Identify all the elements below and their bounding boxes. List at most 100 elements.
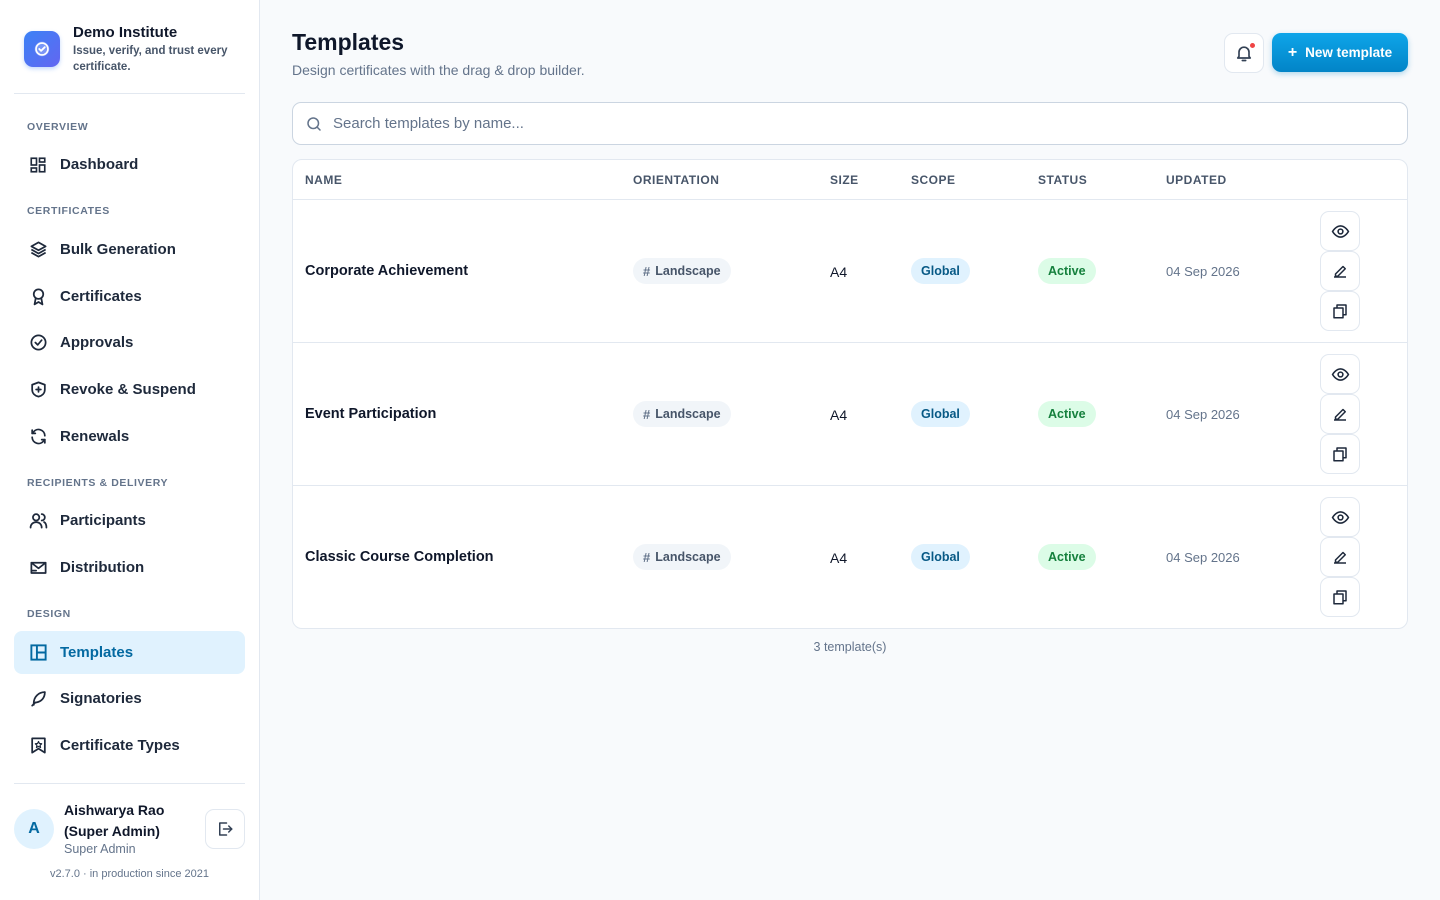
sidebar-item-templates[interactable]: Templates [14, 631, 245, 674]
table-row: Corporate Achievement # Landscape A4 Glob… [293, 200, 1407, 343]
sidebar-item-renewals[interactable]: Renewals [14, 415, 245, 458]
search-bar [292, 102, 1408, 145]
sidebar-item-label: Certificates [60, 288, 142, 305]
status-badge: Active [1038, 258, 1096, 284]
status-badge: Active [1038, 544, 1096, 570]
award-icon [28, 287, 48, 307]
sidebar-item-bulk-generation[interactable]: Bulk Generation [14, 228, 245, 271]
eye-icon [1331, 222, 1350, 241]
preview-button[interactable] [1320, 497, 1360, 537]
sidebar-item-label: Distribution [60, 559, 145, 576]
updated-date: 04 Sep 2026 [1166, 264, 1240, 279]
sidebar: Demo Institute Issue, verify, and trust … [0, 0, 260, 900]
template-name[interactable]: Event Participation [305, 406, 436, 422]
template-size: A4 [830, 264, 848, 280]
user-name: Aishwarya Rao (Super Admin) [64, 802, 165, 839]
sidebar-item-label: Bulk Generation [60, 241, 176, 258]
sidebar-item-label: Templates [60, 644, 134, 661]
column-header-status[interactable]: STATUS [1038, 173, 1087, 187]
column-header-name[interactable]: NAME [305, 173, 342, 187]
bookmark-star-icon [28, 736, 48, 756]
page-subtitle: Design certificates with the drag & drop… [292, 62, 585, 78]
edit-button[interactable] [1320, 537, 1360, 577]
search-input[interactable] [333, 115, 1333, 132]
orientation-badge: # Landscape [633, 401, 731, 427]
template-name[interactable]: Classic Course Completion [305, 549, 494, 565]
version-text: v2.7.0 · in production since 2021 [50, 868, 209, 880]
orientation-label: Landscape [655, 264, 721, 278]
edit-button[interactable] [1320, 394, 1360, 434]
sidebar-item-label: Dashboard [60, 156, 139, 173]
copy-icon [1331, 588, 1349, 606]
column-header-scope[interactable]: SCOPE [911, 173, 956, 187]
duplicate-button[interactable] [1320, 291, 1360, 331]
dashboard-icon [28, 155, 48, 175]
column-header-size[interactable]: SIZE [830, 173, 859, 187]
hash-icon: # [643, 263, 651, 279]
sidebar-item-certificate-types[interactable]: Certificate Types [14, 724, 245, 767]
eye-icon [1331, 508, 1350, 527]
column-header-updated[interactable]: UPDATED [1166, 173, 1227, 187]
section-label-recipients: RECIPIENTS & DELIVERY [27, 477, 169, 489]
sidebar-item-distribution[interactable]: Distribution [14, 546, 245, 589]
layout-icon [28, 643, 48, 663]
sidebar-item-label: Renewals [60, 428, 130, 445]
sidebar-item-revoke-suspend[interactable]: Revoke & Suspend [14, 368, 245, 411]
sidebar-item-certificates[interactable]: Certificates [14, 275, 245, 318]
status-badge: Active [1038, 401, 1096, 427]
sidebar-item-label: Signatories [60, 690, 142, 707]
refresh-icon [28, 427, 48, 447]
logout-button[interactable] [205, 809, 245, 849]
hash-icon: # [643, 406, 651, 422]
updated-date: 04 Sep 2026 [1166, 407, 1240, 422]
check-circle-icon [28, 333, 48, 353]
table-row: Classic Course Completion # Landscape A4 … [293, 486, 1407, 628]
section-label-overview: OVERVIEW [27, 121, 89, 133]
table-header: NAME ORIENTATION SIZE SCOPE STATUS UPDAT… [293, 160, 1407, 200]
logout-icon [216, 820, 234, 838]
orientation-badge: # Landscape [633, 258, 731, 284]
sidebar-item-signatories[interactable]: Signatories [14, 677, 245, 720]
sidebar-item-approvals[interactable]: Approvals [14, 321, 245, 364]
avatar[interactable]: A [14, 809, 54, 849]
user-role: Super Admin [64, 842, 136, 856]
duplicate-button[interactable] [1320, 577, 1360, 617]
brand-tagline: Issue, verify, and trust every certifica… [73, 45, 228, 73]
template-count: 3 template(s) [813, 640, 887, 654]
notification-dot [1248, 41, 1257, 50]
hash-icon: # [643, 549, 651, 565]
table-row: Event Participation # Landscape A4 Global… [293, 343, 1407, 486]
template-size: A4 [830, 407, 848, 423]
section-label-design: DESIGN [27, 608, 71, 620]
template-name[interactable]: Corporate Achievement [305, 263, 468, 279]
mail-send-icon [28, 558, 48, 578]
edit-button[interactable] [1320, 251, 1360, 291]
brand-header: Demo Institute Issue, verify, and trust … [14, 14, 245, 94]
layers-icon [28, 240, 48, 260]
template-size: A4 [830, 550, 848, 566]
page-title: Templates [292, 29, 405, 55]
sidebar-item-label: Approvals [60, 334, 134, 351]
sidebar-item-label: Participants [60, 512, 146, 529]
copy-icon [1331, 302, 1349, 320]
orientation-badge: # Landscape [633, 544, 731, 570]
orientation-label: Landscape [655, 550, 721, 564]
sidebar-item-dashboard[interactable]: Dashboard [14, 143, 245, 186]
preview-button[interactable] [1320, 211, 1360, 251]
preview-button[interactable] [1320, 354, 1360, 394]
brand-logo-icon [24, 31, 60, 67]
orientation-label: Landscape [655, 407, 721, 421]
eye-icon [1331, 365, 1350, 384]
updated-date: 04 Sep 2026 [1166, 550, 1240, 565]
notifications-button[interactable] [1224, 33, 1264, 73]
sidebar-item-participants[interactable]: Participants [14, 499, 245, 542]
feather-icon [28, 689, 48, 709]
new-template-button[interactable]: + New template [1272, 33, 1408, 72]
sidebar-item-label: Certificate Types [60, 737, 180, 754]
column-header-orientation[interactable]: ORIENTATION [633, 173, 719, 187]
new-template-label: New template [1305, 45, 1393, 60]
pencil-icon [1331, 405, 1349, 423]
pencil-icon [1331, 262, 1349, 280]
duplicate-button[interactable] [1320, 434, 1360, 474]
search-icon [305, 115, 323, 133]
